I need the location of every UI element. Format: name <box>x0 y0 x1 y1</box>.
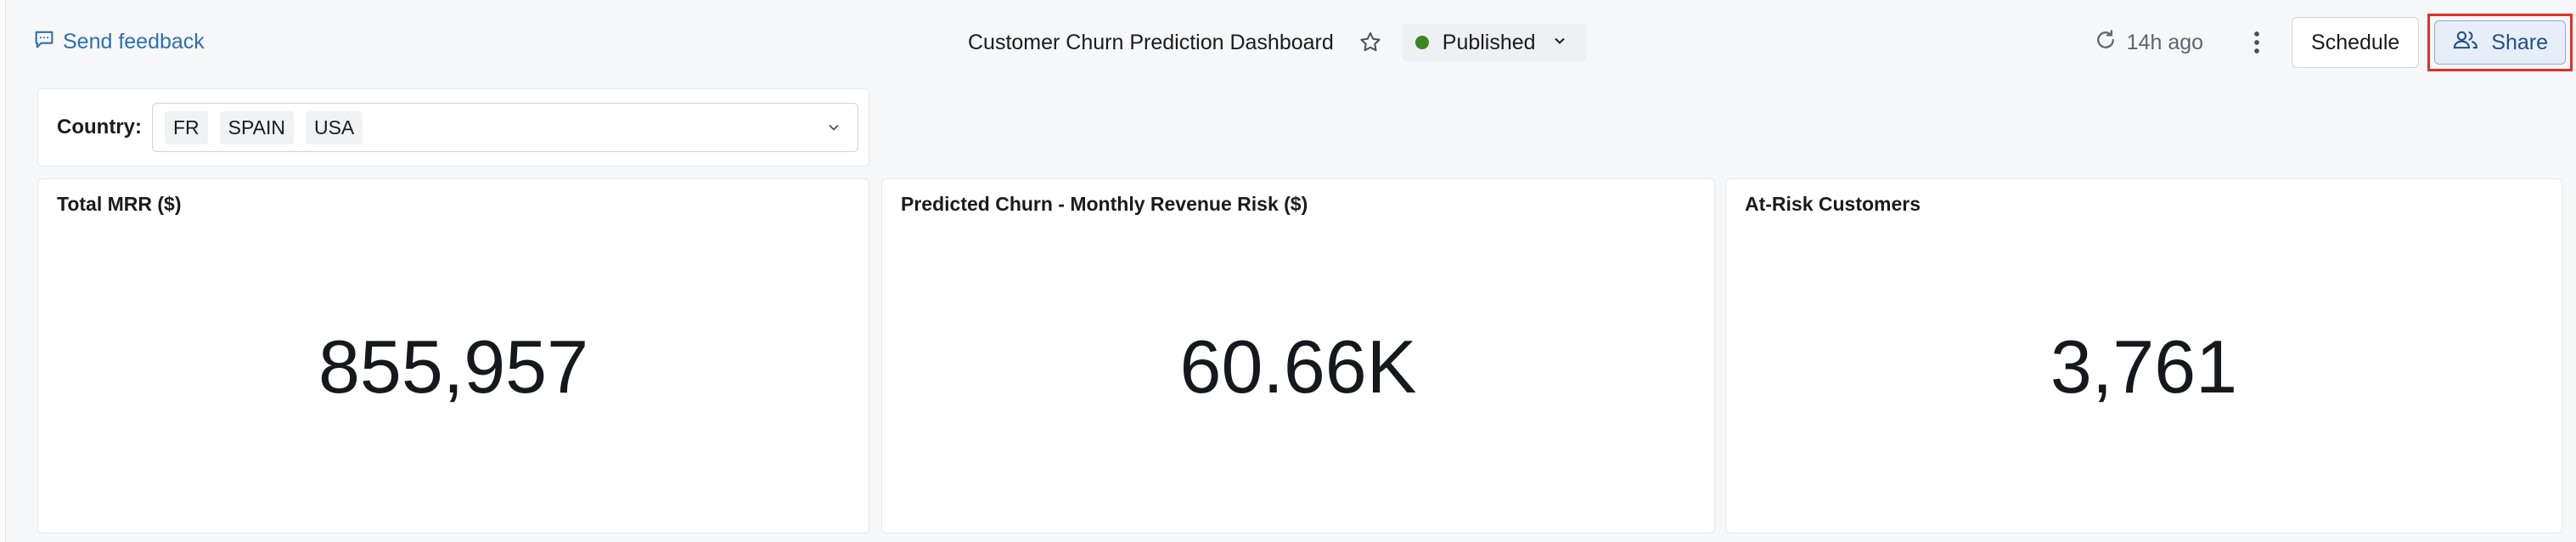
header-actions: 14h ago Schedule Share <box>2093 14 2576 71</box>
feedback-icon <box>32 27 63 57</box>
publish-status-label: Published <box>1442 30 1536 54</box>
refresh-icon <box>2093 27 2127 59</box>
feedback-label: Send feedback <box>63 30 205 54</box>
country-chip[interactable]: SPAIN <box>219 110 294 144</box>
chevron-down-icon <box>1536 31 1568 55</box>
country-chip[interactable]: FR <box>164 110 208 144</box>
country-multiselect[interactable]: FR SPAIN USA <box>151 103 858 152</box>
counter-title: At-Risk Customers <box>1745 193 1921 215</box>
send-feedback-link[interactable]: Send feedback <box>32 27 205 57</box>
counter-title: Predicted Churn - Monthly Revenue Risk (… <box>901 193 1308 215</box>
country-filter-label: Country: <box>57 116 142 138</box>
share-button-highlight: Share <box>2427 14 2573 71</box>
dashboard-title: Customer Churn Prediction Dashboard <box>968 30 1334 54</box>
counter-card-at-risk-customers: At-Risk Customers 3,761 <box>1725 178 2562 534</box>
counter-card-revenue-risk: Predicted Churn - Monthly Revenue Risk (… <box>881 178 1715 534</box>
share-button[interactable]: Share <box>2434 20 2566 65</box>
country-filter-widget: Country: FR SPAIN USA <box>37 88 869 167</box>
published-status-dot <box>1415 36 1429 49</box>
publish-status-dropdown[interactable]: Published <box>1401 24 1587 61</box>
counter-value: 3,761 <box>2050 325 2238 409</box>
counter-card-total-mrr: Total MRR ($) 855,957 <box>37 178 869 534</box>
title-area: Customer Churn Prediction Dashboard Publ… <box>968 24 1587 61</box>
country-chip[interactable]: USA <box>305 110 363 144</box>
favorite-star-icon[interactable] <box>1356 28 1385 57</box>
refresh-button[interactable]: 14h ago <box>2093 27 2203 59</box>
counter-value: 855,957 <box>318 325 589 409</box>
last-refresh-label: 14h ago <box>2126 30 2204 54</box>
schedule-button[interactable]: Schedule <box>2292 17 2420 68</box>
people-icon <box>2452 28 2491 58</box>
more-options-icon[interactable] <box>2244 25 2269 59</box>
counter-value: 60.66K <box>1179 325 1417 409</box>
share-label: Share <box>2491 30 2548 54</box>
counter-title: Total MRR ($) <box>57 193 182 215</box>
dashboard-header: Send feedback Customer Churn Prediction … <box>5 0 2576 85</box>
